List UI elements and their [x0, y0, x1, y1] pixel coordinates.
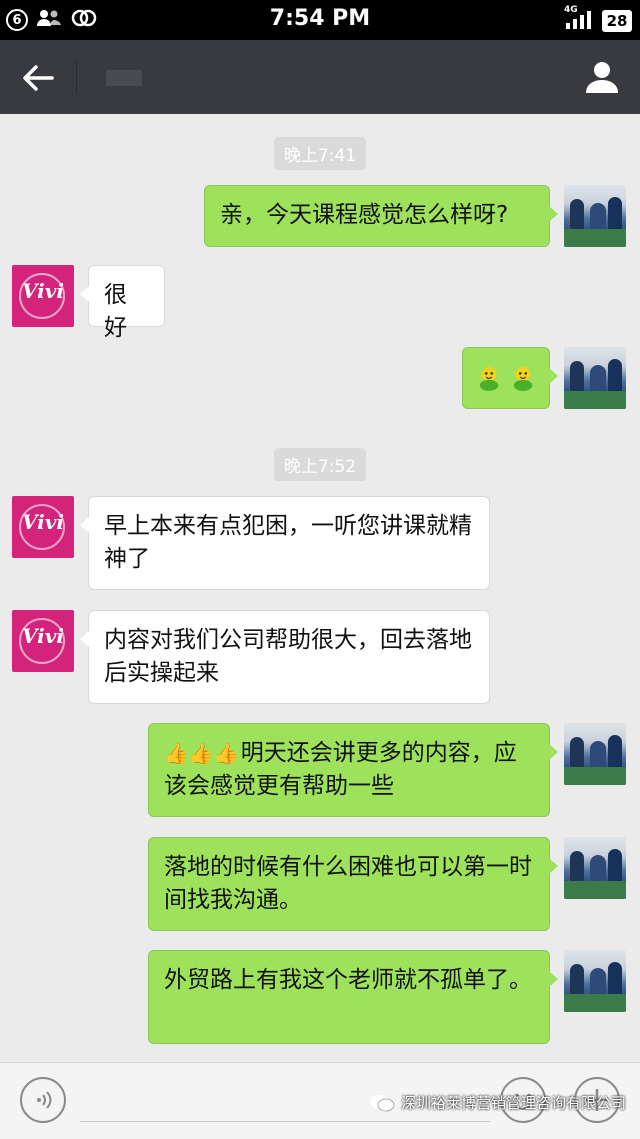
message-text: 外贸路上有我这个老师就不孤单了。 — [164, 967, 532, 993]
timestamp-label: 晚上7:41 — [273, 137, 367, 170]
voice-button[interactable] — [20, 1077, 66, 1123]
self-avatar[interactable] — [564, 950, 626, 1012]
voice-icon — [37, 1091, 52, 1109]
watermark-text: 深圳裕莱博营销管理咨询有限公司 — [400, 1094, 626, 1112]
timestamp-label: 晚上7:52 — [273, 448, 367, 481]
chick-emoji-icon — [479, 366, 499, 391]
message-text: 亲，今天课程感觉怎么样呀? — [220, 202, 509, 228]
self-avatar[interactable] — [564, 723, 626, 785]
thumbs-up-emoji-icon: 👍👍👍 — [164, 741, 239, 765]
message-bubble-outgoing[interactable]: 落地的时候有什么困难也可以第一时间找我沟通。 — [148, 837, 558, 931]
chat-header — [0, 40, 640, 114]
battery-indicator: 28 — [602, 10, 632, 32]
header-divider — [76, 60, 77, 94]
message-bubble-outgoing[interactable]: 亲，今天课程感觉怎么样呀? — [204, 185, 558, 247]
timestamp: 晚上7:41 — [0, 137, 640, 170]
chat-title-redacted — [106, 70, 142, 86]
message-bubble-outgoing[interactable] — [462, 347, 558, 409]
contact-logo-text: Vivi — [22, 510, 64, 534]
signal-icon: 4G — [564, 5, 594, 34]
message-bubble-incoming[interactable]: 早上本来有点犯困，一听您讲课就精神了 — [80, 496, 490, 590]
self-avatar[interactable] — [564, 837, 626, 899]
message-text: 很好 — [104, 282, 127, 341]
message-input[interactable] — [80, 1121, 490, 1122]
contact-avatar[interactable]: Vivi — [12, 610, 74, 672]
network-label: 4G — [564, 5, 578, 15]
emoji-message — [477, 361, 535, 394]
wechat-logo-icon — [369, 1094, 395, 1111]
message-bubble-incoming[interactable]: 很好 — [80, 265, 165, 341]
person-icon — [586, 62, 618, 93]
clock: 7:54 PM — [269, 6, 371, 31]
message-bubble-incoming[interactable]: 内容对我们公司帮助很大，回去落地后实操起来 — [80, 610, 490, 704]
message-bubble-outgoing[interactable]: 👍👍👍明天还会讲更多的内容，应该会感觉更有帮助一些 — [148, 723, 558, 817]
arrow-left-icon — [23, 65, 54, 91]
contact-avatar[interactable]: Vivi — [12, 496, 74, 558]
timestamp: 晚上7:52 — [0, 448, 640, 481]
watermark: 深圳裕莱博营销管理咨询有限公司 — [369, 1092, 626, 1113]
self-avatar[interactable] — [564, 185, 626, 247]
chick-emoji-icon — [513, 366, 533, 391]
message-bubble-outgoing[interactable]: 外贸路上有我这个老师就不孤单了。 — [148, 950, 558, 1044]
contact-avatar[interactable]: Vivi — [12, 265, 74, 327]
status-bar: 6 7:54 PM 4G 28 — [0, 0, 640, 40]
contact-logo-text: Vivi — [22, 279, 64, 303]
self-avatar[interactable] — [564, 347, 626, 409]
message-text: 早上本来有点犯困，一听您讲课就精神了 — [104, 513, 472, 572]
contact-logo-text: Vivi — [22, 624, 64, 648]
back-button[interactable] — [18, 58, 58, 98]
chat-info-button[interactable] — [582, 57, 622, 97]
message-text: 内容对我们公司帮助很大，回去落地后实操起来 — [104, 627, 472, 686]
message-text: 落地的时候有什么困难也可以第一时间找我沟通。 — [164, 854, 532, 913]
